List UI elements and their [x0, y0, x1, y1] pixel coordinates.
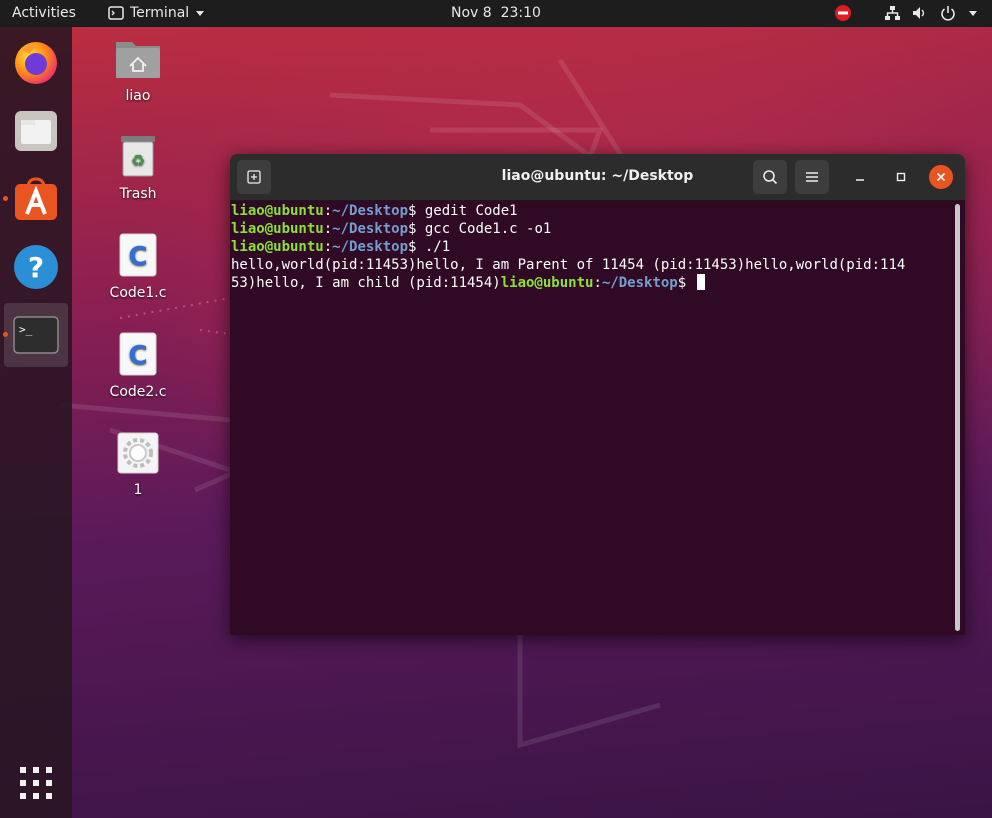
clock-time: 23:10 [500, 5, 541, 21]
hamburger-menu-icon [806, 172, 818, 182]
clock-date: Nov 8 [451, 5, 492, 21]
terminal-headerbar[interactable]: liao@ubuntu: ~/Desktop [230, 154, 965, 201]
desktop-icon-label: 1 [133, 482, 143, 498]
prompt-separator: : [323, 203, 333, 219]
prompt-user: liao@ubuntu [231, 221, 324, 237]
do-not-disturb-icon[interactable] [834, 4, 852, 22]
svg-text:?: ? [28, 251, 44, 284]
ubuntu-software-icon [15, 177, 57, 220]
scrollbar[interactable] [955, 204, 960, 631]
prompt-user: liao@ubuntu [231, 239, 324, 255]
dock-ubuntu-software[interactable] [8, 171, 64, 227]
system-tray[interactable] [834, 4, 978, 22]
prompt-user: liao@ubuntu [231, 203, 324, 219]
desktop-icon-home[interactable]: liao [88, 36, 188, 104]
close-button[interactable] [929, 165, 953, 189]
show-applications-button[interactable] [8, 755, 64, 811]
desktop-icon-label: Code1.c [109, 285, 167, 301]
firefox-icon [15, 42, 57, 84]
prompt-path: ~/Desktop [332, 221, 409, 237]
dock-firefox[interactable] [8, 34, 64, 90]
terminal-output[interactable]: liao@ubuntu:~/Desktop$ gedit Code1 liao@u… [231, 202, 955, 632]
executable-gear-icon [117, 432, 159, 474]
desktop: Activities Terminal Nov 8 23:10 ? >_ lia… [0, 0, 992, 818]
text-cursor [696, 274, 705, 290]
desktop-icon-executable[interactable]: 1 [88, 432, 188, 498]
terminal-line: 53)hello, I am child (pid:11454)liao@ubu… [231, 274, 955, 292]
prompt-separator: : [323, 239, 333, 255]
minimize-icon [856, 179, 864, 181]
terminal-line: liao@ubuntu:~/Desktop$ gcc Code1.c -o1 [231, 220, 955, 238]
power-icon[interactable] [940, 5, 956, 21]
app-grid-icon [20, 767, 52, 799]
desktop-icon-label: Trash [119, 186, 157, 202]
desktop-icon-trash[interactable]: ♻ Trash [88, 134, 188, 202]
prompt-separator: : [323, 221, 333, 237]
search-button[interactable] [753, 160, 787, 194]
dock-help[interactable]: ? [8, 239, 64, 295]
svg-text:C: C [128, 242, 147, 272]
svg-text:>_: >_ [19, 323, 33, 336]
c-source-file-icon: C [119, 233, 157, 277]
trash-icon: ♻ [121, 136, 155, 177]
output-line: hello,world(pid:11453)hello, I am Parent… [231, 257, 906, 273]
command-text: $ gcc Code1.c -o1 [408, 221, 552, 237]
close-icon [936, 172, 946, 182]
desktop-icon-code1[interactable]: C Code1.c [88, 233, 188, 301]
terminal-window[interactable]: liao@ubuntu: ~/Desktop liao@ubuntu:~/Des… [230, 154, 965, 635]
prompt-dollar: $ [677, 275, 695, 291]
minimize-button[interactable] [849, 166, 871, 188]
desktop-icon-label: Code2.c [109, 384, 167, 400]
maximize-icon [896, 172, 906, 182]
command-text: $ ./1 [408, 239, 451, 255]
search-icon [763, 170, 778, 185]
desktop-icon-label: liao [125, 88, 151, 104]
prompt-separator: : [593, 275, 602, 291]
terminal-icon: >_ [13, 316, 59, 354]
dock: ? >_ [0, 27, 72, 818]
output-text: 53)hello, I am child (pid:11454) [231, 275, 501, 291]
maximize-button[interactable] [890, 166, 912, 188]
command-text: $ gedit Code1 [408, 203, 518, 219]
prompt-path: ~/Desktop [601, 275, 678, 291]
prompt-user: liao@ubuntu [500, 275, 594, 291]
dock-terminal[interactable]: >_ [8, 307, 64, 363]
c-source-file-icon: C [119, 332, 157, 376]
chevron-down-icon[interactable] [968, 9, 978, 17]
files-icon [15, 111, 57, 151]
running-indicator [3, 196, 8, 201]
network-wired-icon[interactable] [884, 5, 900, 21]
menu-button[interactable] [795, 160, 829, 194]
desktop-icon-code2[interactable]: C Code2.c [88, 332, 188, 400]
svg-text:♻: ♻ [131, 151, 145, 170]
volume-icon[interactable] [912, 5, 928, 21]
terminal-line: liao@ubuntu:~/Desktop$ ./1 [231, 238, 955, 256]
svg-text:C: C [128, 341, 147, 371]
home-folder-icon [116, 42, 160, 78]
prompt-path: ~/Desktop [332, 239, 409, 255]
prompt-path: ~/Desktop [332, 203, 409, 219]
help-icon: ? [14, 245, 58, 289]
terminal-line: liao@ubuntu:~/Desktop$ gedit Code1 [231, 202, 955, 220]
top-bar: Activities Terminal Nov 8 23:10 [0, 0, 992, 27]
running-indicator [3, 332, 8, 337]
dock-files[interactable] [8, 103, 64, 159]
